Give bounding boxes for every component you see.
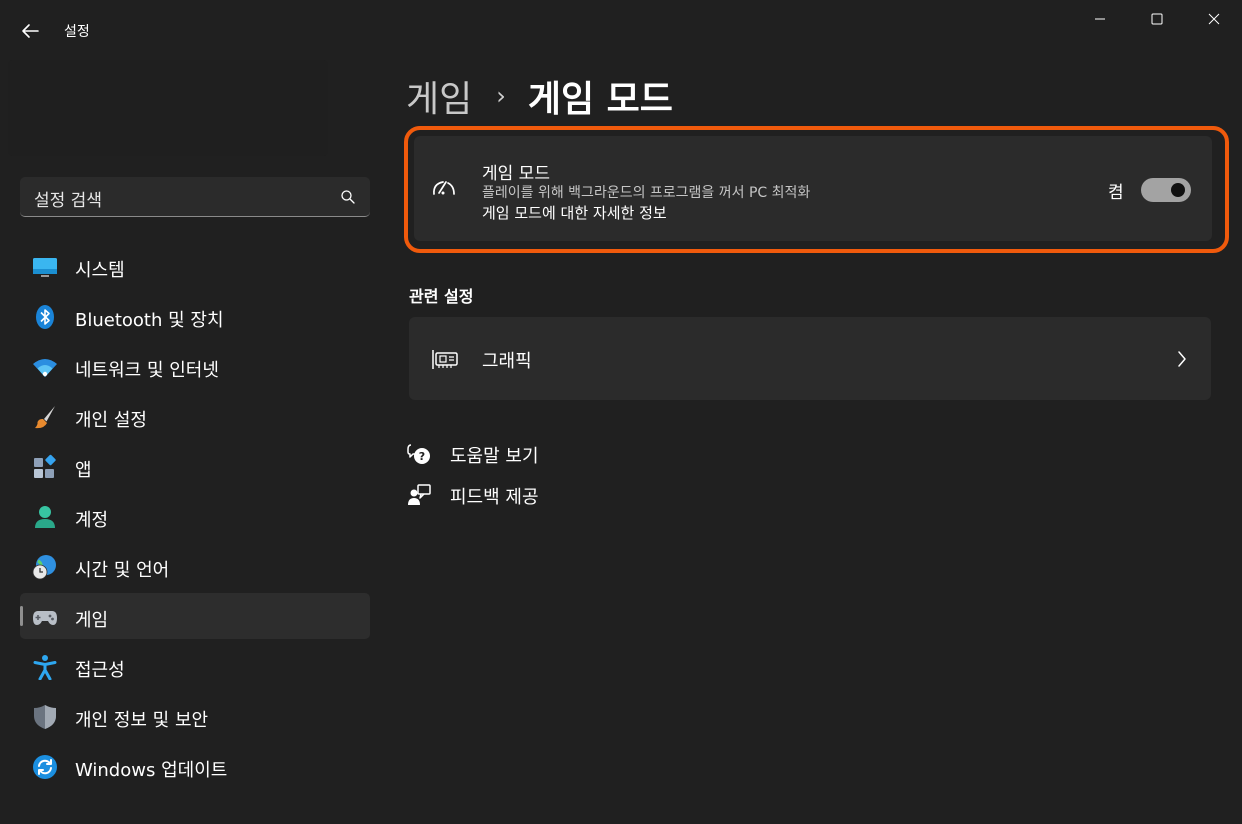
sidebar-nav: 시스템 Bluetooth 및 장치 네트워크 및 인터넷 개인 설정 앱 계정… (20, 243, 370, 793)
sidebar-item-label: Windows 업데이트 (75, 760, 228, 781)
related-settings-heading: 관련 설정 (409, 287, 474, 306)
close-icon (1208, 13, 1219, 25)
back-button[interactable] (14, 16, 46, 46)
sidebar-item-accessibility[interactable]: 접근성 (20, 643, 370, 689)
app-title: 설정 (64, 24, 90, 40)
breadcrumb-parent[interactable]: 게임 (406, 70, 472, 122)
feedback-icon (408, 484, 431, 505)
sidebar-item-windows-update[interactable]: Windows 업데이트 (20, 743, 370, 789)
sidebar-item-personalization[interactable]: 개인 설정 (20, 393, 370, 439)
paintbrush-icon (35, 406, 55, 429)
apps-icon (34, 454, 56, 478)
profile-area[interactable] (8, 60, 328, 156)
get-help-link[interactable]: ? 도움말 보기 (407, 441, 539, 467)
sidebar-item-label: 개인 설정 (75, 410, 147, 431)
chevron-right-icon (1178, 351, 1186, 367)
graphics-label: 그래픽 (482, 351, 532, 372)
give-feedback-link[interactable]: 피드백 제공 (407, 482, 539, 508)
toggle-state-label: 켬 (1108, 183, 1124, 203)
sidebar-item-label: 개인 정보 및 보안 (75, 710, 209, 731)
game-mode-title: 게임 모드 (482, 164, 550, 184)
game-mode-card: 게임 모드 플레이를 위해 백그라운드의 프로그램을 꺼서 PC 최적화 게임 … (414, 136, 1212, 241)
search-placeholder: 설정 검색 (34, 191, 102, 211)
close-button[interactable] (1185, 0, 1242, 38)
page-title: 게임 모드 (527, 79, 673, 120)
breadcrumb: 게임 › 게임 모드 (406, 70, 673, 122)
game-mode-gauge-icon (433, 181, 455, 195)
svg-text:?: ? (419, 450, 425, 463)
title-bar: 설정 (0, 0, 1242, 60)
search-input[interactable]: 설정 검색 (20, 177, 370, 217)
game-mode-learn-more-link[interactable]: 게임 모드에 대한 자세한 정보 (482, 202, 667, 223)
sidebar-item-label: 계정 (75, 510, 109, 531)
minimize-button[interactable] (1071, 0, 1128, 38)
graphics-card-icon (432, 350, 458, 369)
sidebar-item-time-language[interactable]: 시간 및 언어 (20, 543, 370, 589)
sidebar-item-label: 접근성 (75, 660, 125, 681)
globe-clock-icon (32, 555, 56, 580)
game-mode-toggle[interactable] (1141, 178, 1191, 202)
update-icon (33, 755, 57, 779)
sidebar-item-label: Bluetooth 및 장치 (75, 310, 224, 331)
maximize-icon (1151, 13, 1162, 25)
sidebar-item-label: 네트워크 및 인터넷 (75, 360, 219, 381)
sidebar-item-bluetooth[interactable]: Bluetooth 및 장치 (20, 293, 370, 339)
account-icon (35, 506, 55, 528)
shield-icon (34, 705, 56, 729)
window-controls (1071, 0, 1242, 38)
get-help-label: 도움말 보기 (450, 446, 539, 467)
sidebar-item-label: 앱 (75, 460, 92, 481)
give-feedback-label: 피드백 제공 (450, 487, 539, 508)
bluetooth-icon (36, 305, 54, 329)
help-chat-icon: ? (407, 444, 430, 464)
sidebar-item-privacy[interactable]: 개인 정보 및 보안 (20, 693, 370, 739)
game-mode-description: 플레이를 위해 백그라운드의 프로그램을 꺼서 PC 최적화 (482, 185, 811, 201)
sidebar-item-network[interactable]: 네트워크 및 인터넷 (20, 343, 370, 389)
sidebar-item-label: 게임 (75, 610, 109, 631)
sidebar-item-label: 시간 및 언어 (75, 560, 170, 581)
sidebar-item-system[interactable]: 시스템 (20, 243, 370, 289)
selection-indicator (20, 606, 23, 626)
sidebar-item-accounts[interactable]: 계정 (20, 493, 370, 539)
sidebar-item-label: 시스템 (75, 260, 125, 281)
back-arrow-icon (22, 24, 39, 38)
sidebar-item-apps[interactable]: 앱 (20, 443, 370, 489)
wifi-icon (33, 359, 57, 377)
sidebar-item-gaming[interactable]: 게임 (20, 593, 370, 639)
maximize-button[interactable] (1128, 0, 1185, 38)
breadcrumb-separator: › (496, 82, 506, 110)
accessibility-icon (33, 655, 57, 680)
search-icon[interactable] (340, 189, 356, 205)
system-monitor-icon (33, 258, 57, 277)
gamepad-icon (33, 611, 57, 625)
graphics-settings-card[interactable]: 그래픽 (409, 317, 1211, 400)
minimize-icon (1094, 18, 1105, 20)
toggle-knob (1171, 183, 1185, 197)
